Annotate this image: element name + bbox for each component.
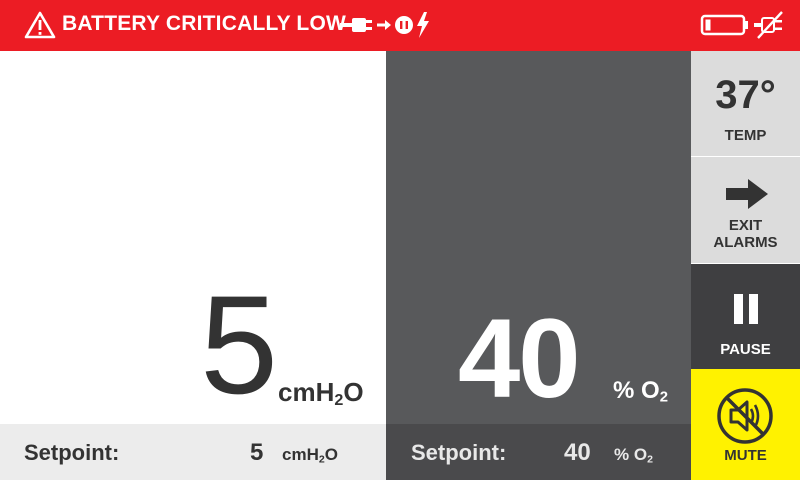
plug-to-outlet-charging-icon xyxy=(340,12,429,38)
temp-label: TEMP xyxy=(724,127,767,144)
pressure-unit-main: cmH xyxy=(278,377,335,407)
unplugged-icon xyxy=(754,11,783,39)
oxygen-value: 40 xyxy=(458,296,581,421)
pressure-panel[interactable]: 5 cmH2O xyxy=(0,51,386,424)
pause-icon xyxy=(734,294,758,324)
pause-label: PAUSE xyxy=(720,341,771,358)
battery-empty-icon xyxy=(700,14,748,36)
exit-alarms-button[interactable]: EXIT ALARMS xyxy=(691,157,800,263)
oxygen-setpoint-value: 40 xyxy=(564,439,591,466)
mute-label: MUTE xyxy=(724,447,767,464)
pressure-unit-sub: 2 xyxy=(334,391,344,410)
arrow-right-icon xyxy=(726,179,768,209)
exit-alarms-line1: EXIT xyxy=(728,217,763,234)
pressure-value: 5 xyxy=(200,266,278,423)
oxygen-setpoint-bar: Setpoint: 40 % O2 xyxy=(386,424,691,480)
alarm-message: BATTERY CRITICALLY LOW xyxy=(62,12,347,35)
pressure-setpoint-unit-main: cmH xyxy=(282,445,319,464)
warning-triangle-icon xyxy=(24,11,56,39)
pause-button[interactable]: PAUSE xyxy=(691,263,800,369)
oxygen-panel[interactable]: 40 % O2 xyxy=(386,51,691,424)
pressure-unit: cmH2O xyxy=(278,377,364,410)
oxygen-setpoint-unit: % O2 xyxy=(614,445,653,466)
pressure-setpoint-unit-tail: O xyxy=(324,445,338,464)
temp-button[interactable]: 37° TEMP xyxy=(691,51,800,157)
mute-button[interactable]: MUTE xyxy=(691,369,800,480)
oxygen-setpoint-unit-main: % O xyxy=(614,445,648,464)
pressure-unit-tail: O xyxy=(343,377,364,407)
exit-alarms-line2: ALARMS xyxy=(713,234,778,251)
pressure-setpoint-value: 5 xyxy=(250,439,264,466)
pressure-setpoint-bar: Setpoint: 5 cmH2O xyxy=(0,424,386,480)
oxygen-unit-main: % O xyxy=(613,377,660,404)
pressure-setpoint-unit: cmH2O xyxy=(282,445,338,466)
oxygen-unit: % O2 xyxy=(613,377,668,406)
oxygen-setpoint-unit-sub: 2 xyxy=(647,453,653,466)
oxygen-setpoint-label: Setpoint: xyxy=(411,440,507,465)
oxygen-unit-sub: 2 xyxy=(659,389,668,406)
temp-value: 37° xyxy=(715,73,776,117)
pressure-setpoint-label: Setpoint: xyxy=(24,440,120,465)
exit-alarms-label: EXIT ALARMS xyxy=(691,217,800,251)
alarm-banner: BATTERY CRITICALLY LOW xyxy=(0,0,800,51)
speaker-muted-icon xyxy=(717,388,773,444)
